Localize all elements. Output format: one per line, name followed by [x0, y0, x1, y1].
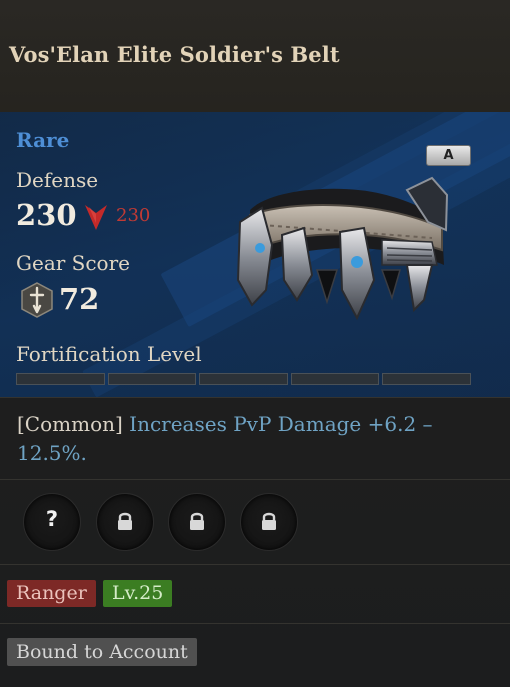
socket-slot-locked[interactable] — [240, 493, 298, 551]
grade-badge: A — [426, 145, 471, 166]
lock-icon — [118, 512, 132, 530]
binding-badge: Bound to Account — [7, 638, 197, 666]
item-tooltip: Vos'Elan Elite Soldier's Belt Rare A Def… — [0, 0, 510, 687]
divider — [0, 397, 510, 398]
stat-decrease-icon — [85, 205, 107, 230]
gear-score-label: Gear Score — [16, 251, 130, 275]
class-tag: Ranger — [7, 580, 96, 607]
fortification-segment — [199, 373, 288, 385]
lock-icon — [190, 512, 204, 530]
effect-tier: [Common] — [17, 412, 123, 436]
rarity-label: Rare — [16, 128, 70, 152]
fortification-label: Fortification Level — [16, 342, 202, 366]
level-tag: Lv.25 — [103, 580, 173, 607]
fortification-meter — [16, 373, 471, 385]
defense-label: Defense — [16, 168, 99, 192]
title-bar: Vos'Elan Elite Soldier's Belt — [0, 0, 510, 113]
defense-compare-value: 230 — [116, 205, 151, 226]
defense-value: 230 — [16, 198, 77, 232]
socket-slot-locked[interactable] — [168, 493, 226, 551]
belt-item-image — [236, 176, 449, 321]
socket-slot-unknown[interactable]: ? — [23, 493, 81, 551]
socket-slot-locked[interactable] — [96, 493, 154, 551]
unknown-icon: ? — [45, 507, 59, 531]
gear-score-icon — [21, 282, 53, 318]
divider — [0, 479, 510, 480]
fortification-segment — [382, 373, 471, 385]
divider — [0, 623, 510, 624]
fortification-segment — [107, 373, 197, 385]
item-name: Vos'Elan Elite Soldier's Belt — [9, 42, 340, 67]
fortification-segment — [290, 373, 380, 385]
fortification-segment — [16, 373, 105, 385]
gear-score-value: 72 — [59, 282, 100, 316]
lock-icon — [262, 512, 276, 530]
item-effect: [Common] Increases PvP Damage +6.2 – 12.… — [17, 410, 487, 468]
divider — [0, 564, 510, 565]
